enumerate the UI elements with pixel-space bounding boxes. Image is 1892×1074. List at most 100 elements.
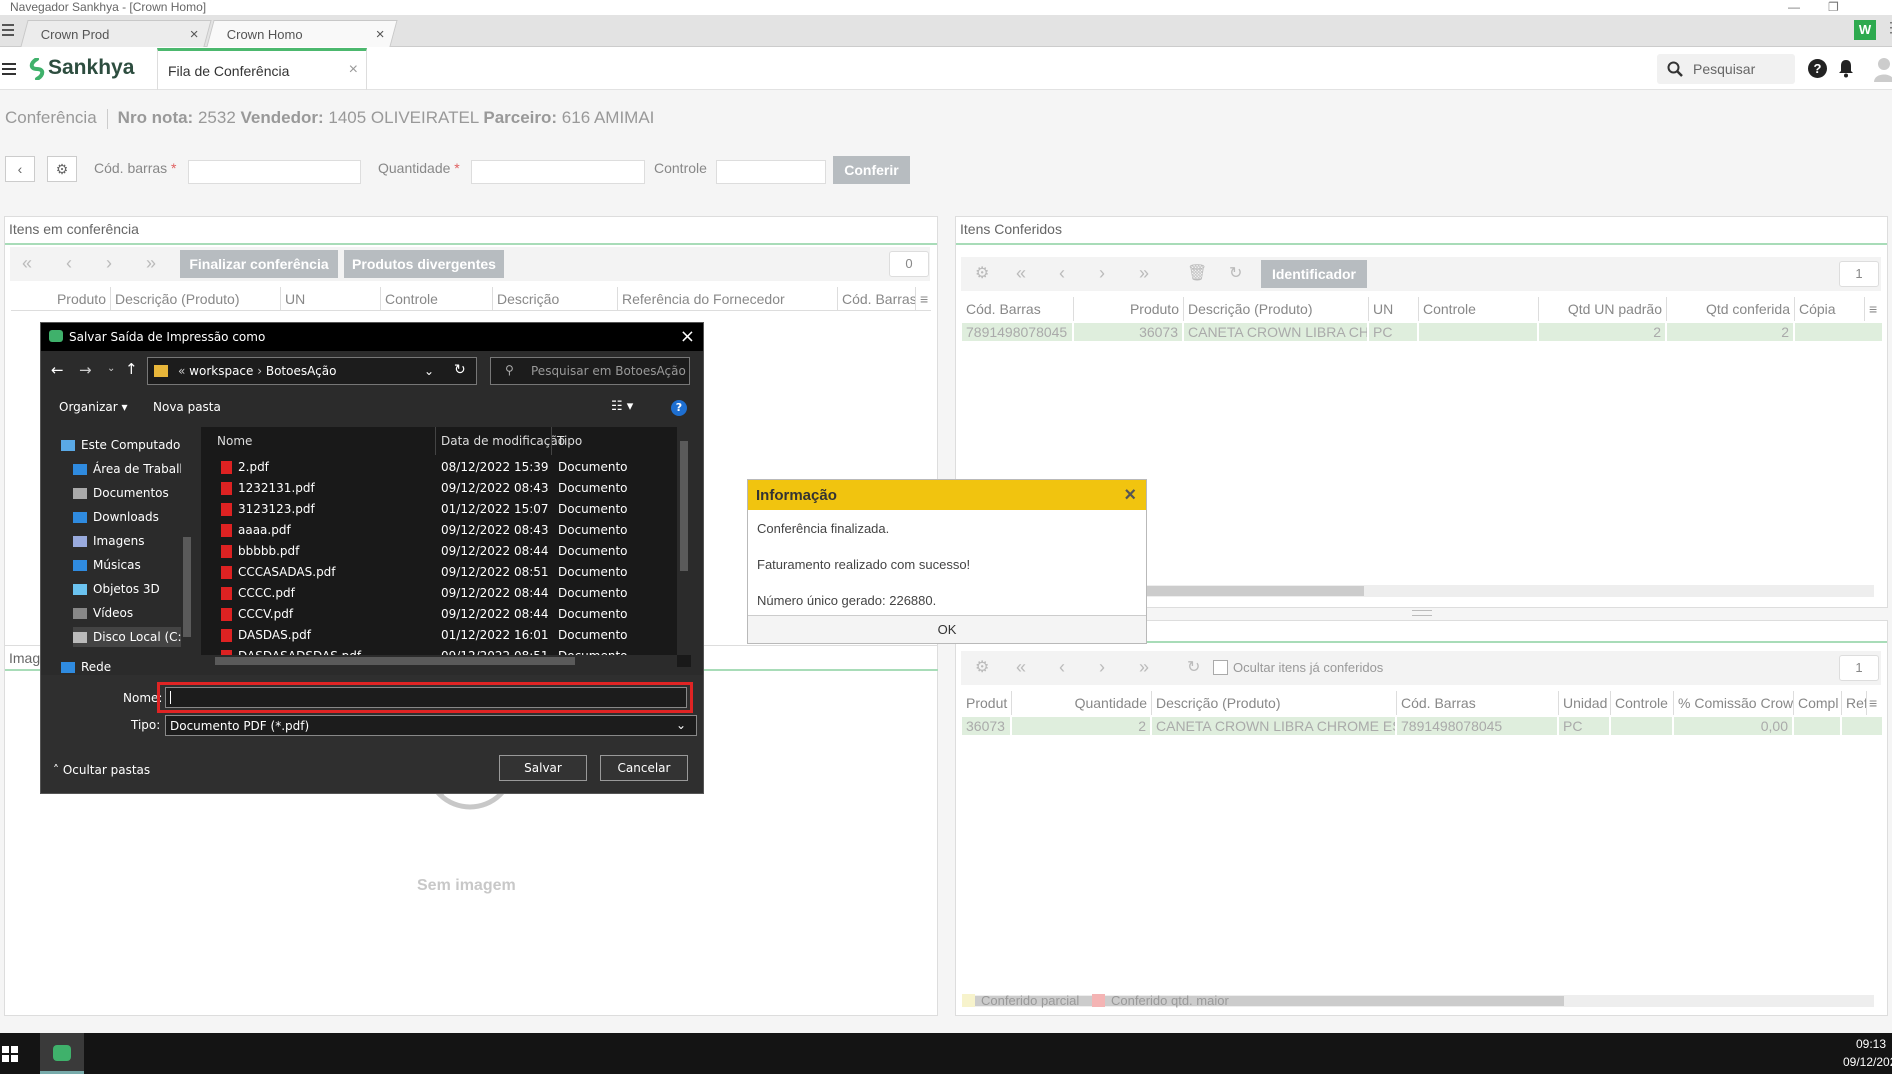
file-row[interactable]: 1232131.pdf 09/12/2022 08:43 Documento (201, 478, 691, 499)
forward-arrow-icon[interactable]: → (79, 361, 92, 379)
nome-input[interactable] (165, 687, 687, 708)
folder-search-input[interactable]: ⚲ Pesquisar em BotoesAção (490, 357, 690, 385)
file-row[interactable]: bbbbb.pdf 09/12/2022 08:44 Documento (201, 541, 691, 562)
gear-icon[interactable]: ⚙ (975, 263, 989, 283)
col-header[interactable]: Referência do Fornecedor (618, 287, 838, 311)
tree-item-musicas[interactable]: Músicas (73, 555, 141, 575)
col-header[interactable]: Descrição (Produto) (1184, 297, 1369, 321)
col-header[interactable]: Qtd conferida (1667, 297, 1795, 321)
path-segment[interactable]: BotoesAção (266, 364, 337, 378)
user-avatar-icon[interactable] (1872, 56, 1892, 82)
tree-item-documentos[interactable]: Documentos (73, 483, 169, 503)
tree-item-videos[interactable]: Vídeos (73, 603, 133, 623)
file-row[interactable]: CCCV.pdf 09/12/2022 08:44 Documento (201, 604, 691, 625)
view-options-icon[interactable]: ☷ ▾ (611, 399, 633, 414)
last-page-icon[interactable]: » (1139, 657, 1149, 678)
col-header[interactable]: Descrição (493, 287, 618, 311)
tipo-select[interactable]: Documento PDF (*.pdf) ⌄ (165, 715, 697, 736)
tree-item-rede[interactable]: Rede (61, 657, 111, 677)
quantidade-input[interactable] (471, 160, 645, 184)
tree-item-este-computador[interactable]: Este Computador (61, 435, 185, 455)
help-icon[interactable]: ? (671, 400, 687, 416)
column-menu-icon[interactable]: ≡ (916, 287, 931, 311)
col-header[interactable]: Produto (1074, 297, 1184, 321)
col-header[interactable]: Descrição (Produto) (111, 287, 281, 311)
col-header[interactable]: Controle (381, 287, 493, 311)
menu-icon[interactable] (2, 23, 14, 37)
col-header-data[interactable]: Data de modificação (435, 427, 565, 455)
last-page-icon[interactable]: » (146, 253, 156, 274)
prev-page-icon[interactable]: ‹ (1059, 657, 1065, 678)
cod-barras-input[interactable] (188, 160, 361, 184)
tree-item-downloads[interactable]: Downloads (73, 507, 159, 527)
col-header[interactable]: Produt (962, 691, 1012, 715)
col-header[interactable]: Compl (1794, 691, 1842, 715)
refresh-icon[interactable]: ↻ (1187, 657, 1200, 677)
table-row[interactable]: 7891498078045 36073 CANETA CROWN LIBRA C… (962, 323, 1882, 343)
chevron-down-icon[interactable]: ⌄ (107, 363, 115, 374)
column-menu-icon[interactable]: ≡ (1865, 297, 1882, 321)
tree-item-objetos-3d[interactable]: Objetos 3D (73, 579, 160, 599)
cancelar-button[interactable]: Cancelar (600, 755, 688, 781)
close-icon[interactable]: × (190, 26, 199, 43)
bell-icon[interactable] (1838, 58, 1854, 78)
ocultar-pastas-toggle[interactable]: ˄ Ocultar pastas (53, 763, 150, 777)
tab-fila-de-conferencia[interactable]: Fila de Conferência × (157, 48, 367, 90)
restore-icon[interactable]: ❐ (1828, 0, 1839, 14)
column-menu-icon[interactable]: ≡ (1865, 691, 1882, 715)
address-bar[interactable]: « workspace › BotoesAção ⌄ ↻ (147, 357, 477, 385)
organizar-menu[interactable]: Organizar ▾ (59, 400, 128, 414)
refresh-icon[interactable]: ↻ (1229, 263, 1242, 283)
nova-pasta-button[interactable]: Nova pasta (153, 400, 221, 414)
splitter-handle[interactable] (1412, 610, 1432, 616)
col-header[interactable]: Cód. Barras (1397, 691, 1559, 715)
col-header[interactable]: Controle (1419, 297, 1539, 321)
salvar-button[interactable]: Salvar (499, 755, 587, 781)
tree-item-area-de-trabalho[interactable]: Área de Trabalhc (73, 459, 194, 479)
more-vertical-icon[interactable]: ⋮ (1884, 19, 1892, 36)
close-icon[interactable]: × (1124, 484, 1136, 507)
col-header[interactable]: Controle (1611, 691, 1674, 715)
col-header[interactable]: UN (281, 287, 381, 311)
file-row[interactable]: aaaa.pdf 09/12/2022 08:43 Documento (201, 520, 691, 541)
col-header[interactable]: Cód. Barras (838, 287, 916, 311)
up-arrow-icon[interactable]: ↑ (125, 360, 138, 378)
tree-item-disco-local[interactable]: Disco Local (C:) (73, 627, 188, 647)
next-page-icon[interactable]: › (1099, 657, 1105, 678)
ok-button[interactable]: OK (748, 615, 1146, 643)
help-icon[interactable]: ? (1808, 59, 1827, 78)
file-list-vscroll[interactable] (677, 427, 691, 655)
tree-scrollbar[interactable] (181, 427, 193, 667)
file-row[interactable]: 3123123.pdf 01/12/2022 15:07 Documento (201, 499, 691, 520)
controle-input[interactable] (716, 160, 826, 184)
col-header[interactable]: % Comissão Crow (1674, 691, 1794, 715)
col-header[interactable]: Cód. Barras (962, 297, 1074, 321)
ocultar-checkbox[interactable] (1213, 660, 1228, 675)
file-list-hscroll[interactable] (201, 655, 677, 667)
prev-page-icon[interactable]: ‹ (1059, 263, 1065, 284)
browser-tab-crown-homo[interactable]: Crown Homo × (206, 20, 398, 47)
col-header-nome[interactable]: Nome (217, 427, 252, 455)
file-row[interactable]: CCCASADAS.pdf 09/12/2022 08:51 Documento (201, 562, 691, 583)
conferir-button[interactable]: Conferir (833, 156, 910, 184)
col-header[interactable]: Descrição (Produto) (1152, 691, 1397, 715)
col-header-tipo[interactable]: Tipo (551, 427, 582, 455)
produtos-divergentes-button[interactable]: Produtos divergentes (344, 250, 504, 278)
file-row[interactable]: 2.pdf 08/12/2022 15:39 Documento (201, 457, 691, 478)
refresh-icon[interactable]: ↻ (454, 362, 466, 378)
next-page-icon[interactable]: › (1099, 263, 1105, 284)
first-page-icon[interactable]: « (1016, 657, 1026, 678)
minimize-icon[interactable]: — (1788, 0, 1800, 14)
next-page-icon[interactable]: › (106, 253, 112, 274)
close-icon[interactable]: × (349, 61, 358, 79)
first-page-icon[interactable]: « (1016, 263, 1026, 284)
back-button[interactable]: ‹ (5, 156, 35, 182)
browser-tab-crown-prod[interactable]: Crown Prod × (20, 20, 212, 47)
col-header[interactable]: Qtd UN padrão (1539, 297, 1667, 321)
gear-icon[interactable]: ⚙ (975, 657, 989, 677)
col-header[interactable]: Quantidade (1012, 691, 1152, 715)
identificador-button[interactable]: Identificador (1261, 260, 1367, 288)
first-page-icon[interactable]: « (22, 253, 32, 274)
col-header[interactable]: Unidad (1559, 691, 1611, 715)
search-input[interactable]: Pesquisar (1657, 54, 1795, 84)
